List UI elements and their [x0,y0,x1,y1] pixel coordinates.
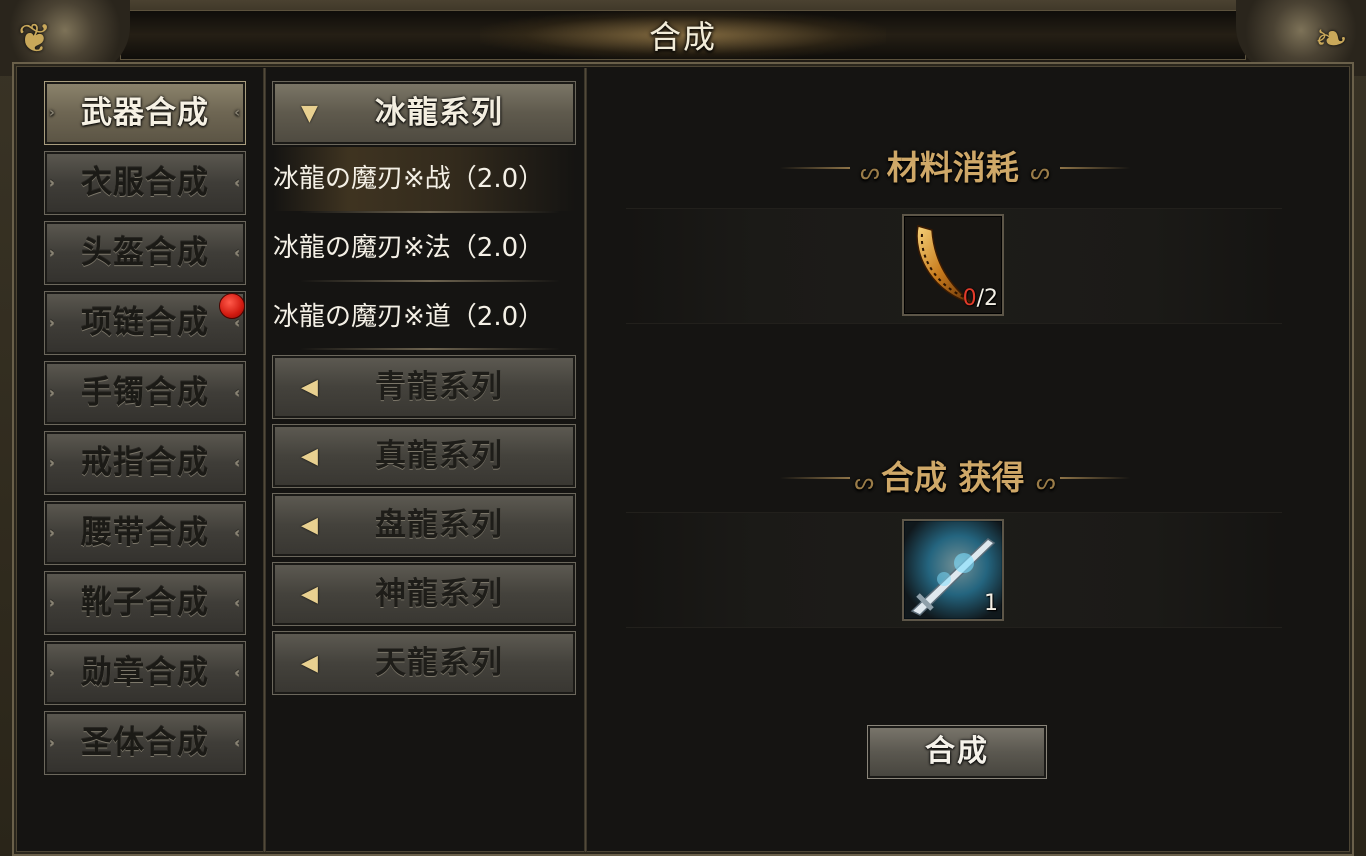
arrow-left-icon: ‹ [234,665,241,681]
result-slot[interactable]: 1 [902,519,1004,621]
arrow-left-icon: ‹ [234,455,241,471]
result-title-text: 合成 获得 [880,458,1025,497]
arrow-right-icon: › [49,175,56,191]
recipe-separator [300,348,560,350]
triangle-left-icon: ◀ [301,582,319,607]
recipe-item[interactable]: 冰龍の魔刃※法（2.0） [273,216,575,280]
recipe-label: 冰龍の魔刃※道（2.0） [273,302,545,332]
material-need: /2 [976,286,998,311]
curl-ornament-icon: ᔕ [854,470,881,495]
category-holy-body[interactable]: › 圣体合成 ‹ [44,711,246,775]
arrow-left-icon: ‹ [234,595,241,611]
category-label: 戒指合成 [81,445,209,481]
category-boots[interactable]: › 靴子合成 ‹ [44,571,246,635]
curl-ornament-icon: ᔕ [860,160,887,185]
triangle-left-icon: ◀ [301,513,319,538]
series-label: 青龍系列 [375,369,503,405]
materials-title-text: 材料消耗 [886,148,1019,187]
arrow-right-icon: › [49,525,56,541]
category-helmet[interactable]: › 头盔合成 ‹ [44,221,246,285]
recipe-label: 冰龍の魔刃※战（2.0） [273,164,545,194]
arrow-right-icon: › [49,455,56,471]
triangle-down-icon: ▼ [301,101,319,126]
arrow-left-icon: ‹ [234,385,241,401]
scroll-ornament-icon: ❦ [18,16,52,62]
arrow-right-icon: › [49,105,56,121]
result-count: 1 [984,591,998,616]
series-label: 盘龍系列 [375,507,503,543]
recipe-separator [300,211,560,213]
category-medal[interactable]: › 勋章合成 ‹ [44,641,246,705]
recipe-separator [300,280,560,282]
column-divider [263,68,266,852]
arrow-right-icon: › [49,315,56,331]
category-label: 项链合成 [81,305,209,341]
triangle-left-icon: ◀ [301,375,319,400]
series-label: 冰龍系列 [375,95,503,131]
crafting-window: 合成 ❦ ❧ › 武器合成 ‹ › 衣服合成 ‹ › 头盔合成 ‹ › 项链合成… [0,0,1366,856]
triangle-left-icon: ◀ [301,444,319,469]
series-coil-dragon[interactable]: ◀ 盘龍系列 [272,493,576,557]
category-label: 勋章合成 [81,655,209,691]
category-clothes[interactable]: › 衣服合成 ‹ [44,151,246,215]
arrow-left-icon: ‹ [234,245,241,261]
series-label: 天龍系列 [375,645,503,681]
recipe-item[interactable]: 冰龍の魔刃※战（2.0） [273,147,575,211]
material-count: 0/2 [963,288,998,310]
arrow-right-icon: › [49,735,56,751]
curl-ornament-icon: ᔕ [1030,160,1050,185]
title-deco-line [780,477,850,479]
series-azure-dragon[interactable]: ◀ 青龍系列 [272,355,576,419]
material-slot[interactable]: 0/2 [902,214,1004,316]
arrow-right-icon: › [49,665,56,681]
title-deco-line [780,167,850,169]
series-label: 真龍系列 [375,438,503,474]
curl-ornament-icon: ᔕ [1035,470,1056,495]
title-deco-line [1060,477,1130,479]
series-label: 神龍系列 [375,576,503,612]
arrow-right-icon: › [49,595,56,611]
arrow-left-icon: ‹ [234,175,241,191]
category-label: 手镯合成 [81,375,209,411]
arrow-left-icon: ‹ [234,735,241,751]
series-true-dragon[interactable]: ◀ 真龍系列 [272,424,576,488]
recipe-item[interactable]: 冰龍の魔刃※道（2.0） [273,285,575,349]
recipe-label: 冰龍の魔刃※法（2.0） [273,233,545,263]
arrow-left-icon: ‹ [234,525,241,541]
window-title: 合成 [648,18,717,56]
category-belt[interactable]: › 腰带合成 ‹ [44,501,246,565]
materials-title: ᔕ 材料消耗 ᔕ [780,148,1130,188]
category-label: 衣服合成 [81,165,209,201]
arrow-right-icon: › [49,385,56,401]
category-necklace[interactable]: › 项链合成 ‹ [44,291,246,355]
material-have: 0 [962,286,977,311]
arrow-left-icon: ‹ [234,105,241,121]
category-label: 武器合成 [81,95,209,131]
series-ice-dragon[interactable]: ▼ 冰龍系列 [272,81,576,145]
triangle-left-icon: ◀ [301,651,319,676]
scroll-ornament-icon: ❧ [1314,16,1348,62]
category-label: 腰带合成 [81,515,209,551]
title-deco-line [1060,167,1130,169]
column-divider [584,68,587,852]
arrow-right-icon: › [49,245,56,261]
category-label: 靴子合成 [81,585,209,621]
notification-badge [219,293,245,319]
category-bracelet[interactable]: › 手镯合成 ‹ [44,361,246,425]
category-weapon[interactable]: › 武器合成 ‹ [44,81,246,145]
result-title: ᔕ 合成 获得 ᔕ [780,458,1130,498]
category-label: 头盔合成 [81,235,209,271]
category-label: 圣体合成 [81,725,209,761]
series-heaven-dragon[interactable]: ◀ 天龍系列 [272,631,576,695]
category-ring[interactable]: › 戒指合成 ‹ [44,431,246,495]
craft-button[interactable]: 合成 [867,725,1047,779]
series-divine-dragon[interactable]: ◀ 神龍系列 [272,562,576,626]
